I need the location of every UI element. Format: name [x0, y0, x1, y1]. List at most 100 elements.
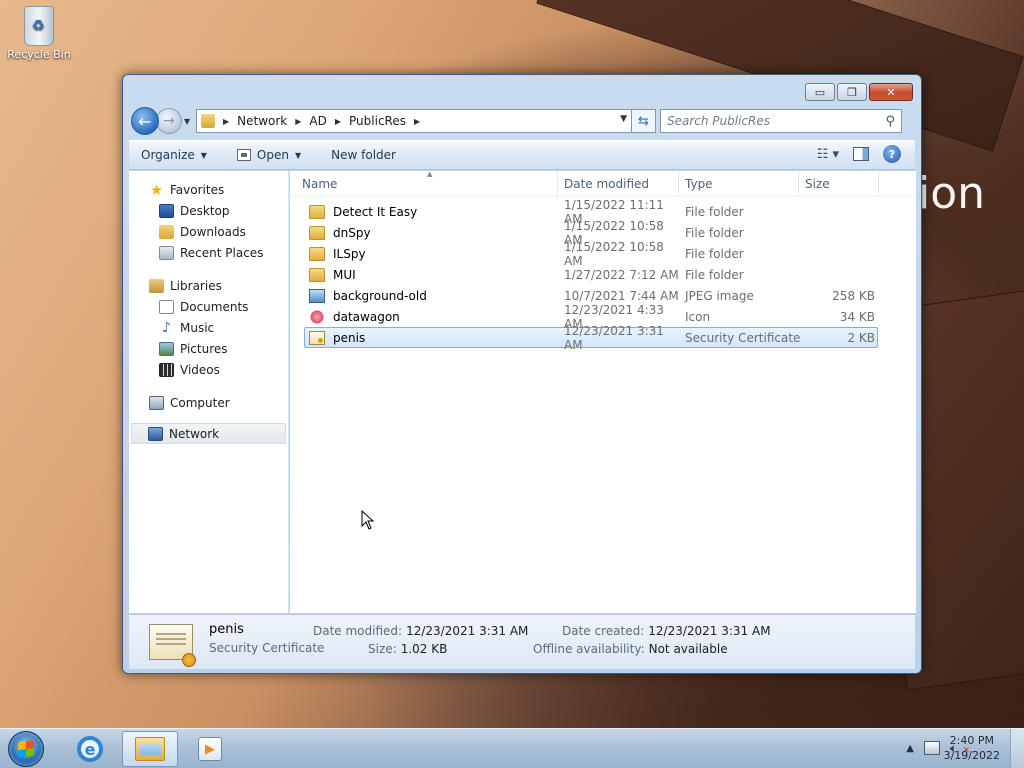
folder-icon	[309, 204, 325, 219]
nav-item-computer[interactable]: Computer	[129, 392, 288, 413]
recycle-bin-desktop-icon[interactable]: Recycle Bin	[6, 6, 72, 61]
nav-label: Downloads	[180, 224, 246, 239]
documents-icon	[159, 299, 174, 314]
organize-button[interactable]: Organize ▼	[141, 148, 207, 162]
file-type: File folder	[685, 204, 744, 219]
breadcrumb-separator[interactable]: ▶	[221, 117, 237, 126]
maximize-button[interactable]: ❐	[837, 83, 867, 101]
search-input[interactable]: Search PublicRes ⚲	[660, 109, 902, 133]
file-name-cell: background-old	[305, 288, 564, 303]
taskbar-windows-explorer[interactable]	[122, 731, 178, 767]
folder-icon	[309, 225, 325, 240]
search-placeholder: Search PublicRes	[667, 114, 771, 128]
taskbar-media-player[interactable]: ▶	[182, 731, 238, 767]
breadcrumb-network[interactable]: Network ▶	[237, 114, 309, 128]
open-button[interactable]: Open ▼	[236, 148, 301, 162]
details-date-modified: Date modified: 12/23/2021 3:31 AM	[313, 624, 528, 638]
nav-item-recent-places[interactable]: Recent Places	[129, 242, 288, 263]
breadcrumb-label: PublicRes	[349, 114, 406, 128]
search-icon[interactable]: ⚲	[885, 114, 895, 129]
nav-item-desktop[interactable]: Desktop	[129, 200, 288, 221]
close-button[interactable]: ✕	[869, 83, 913, 101]
refresh-button[interactable]: ⇆	[632, 109, 656, 133]
nav-item-favorites[interactable]: ★ Favorites	[129, 179, 288, 200]
libraries-icon	[149, 278, 164, 293]
nav-item-music[interactable]: ♪ Music	[129, 317, 288, 338]
help-icon[interactable]: ?	[883, 145, 901, 163]
nav-item-documents[interactable]: Documents	[129, 296, 288, 317]
taskbar-internet-explorer[interactable]: e	[62, 731, 118, 767]
column-header-size[interactable]: Size	[799, 170, 879, 197]
address-dropdown-icon[interactable]: ▼	[620, 114, 627, 124]
details-size: Size: 1.02 KB	[368, 642, 447, 656]
file-list: Detect It Easy 1/15/2022 11:11 AM File fol…	[290, 197, 916, 352]
nav-label: Favorites	[170, 182, 225, 197]
nav-item-videos[interactable]: Videos	[129, 359, 288, 380]
column-header-name[interactable]: Name	[290, 170, 558, 197]
details-file-name: penis	[209, 622, 244, 637]
new-folder-button[interactable]: New folder	[331, 148, 396, 162]
back-button[interactable]: ←	[131, 107, 159, 135]
change-view-icon[interactable]: ☷ ▾	[817, 147, 839, 162]
file-row[interactable]: MUI 1/27/2022 7:12 AM File folder	[304, 264, 878, 285]
details-value: Not available	[648, 642, 728, 656]
caption-buttons: ▭ ❐ ✕	[805, 83, 913, 101]
forward-button[interactable]: →	[156, 108, 182, 134]
music-icon: ♪	[162, 319, 171, 336]
nav-item-pictures[interactable]: Pictures	[129, 338, 288, 359]
file-row[interactable]: ILSpy 1/15/2022 10:58 AM File folder	[304, 240, 878, 268]
column-header-date-modified[interactable]: Date modified	[558, 170, 679, 197]
nav-item-downloads[interactable]: Downloads	[129, 221, 288, 242]
nav-label: Pictures	[180, 341, 228, 356]
file-row[interactable]: penis 12/23/2021 3:31 AM Security Certific…	[304, 324, 878, 352]
column-label: Date modified	[564, 176, 650, 191]
media-player-icon: ▶	[198, 737, 222, 761]
file-type: File folder	[685, 225, 744, 240]
file-name-cell: ILSpy	[305, 246, 564, 261]
breadcrumb-label: AD	[309, 114, 327, 128]
file-name-cell: datawagon	[305, 309, 564, 324]
details-label: Date created:	[562, 624, 645, 638]
show-desktop-button[interactable]	[1010, 729, 1024, 768]
file-date-modified: 12/23/2021 3:31 AM	[564, 323, 664, 352]
file-date-modified: 1/27/2022 7:12 AM	[564, 267, 679, 282]
breadcrumb-publicres[interactable]: PublicRes ▶	[349, 114, 428, 128]
nav-label: Documents	[180, 299, 249, 314]
breadcrumb-ad[interactable]: AD ▶	[309, 114, 349, 128]
back-arrow-icon: ←	[138, 111, 152, 131]
nav-item-libraries[interactable]: Libraries	[129, 275, 288, 296]
chevron-right-icon: ▶	[413, 116, 421, 126]
recycle-bin-label: Recycle Bin	[7, 48, 71, 61]
details-label: Size:	[368, 642, 397, 656]
details-label: Date modified:	[313, 624, 403, 638]
nav-item-network[interactable]: Network	[131, 423, 286, 444]
start-button[interactable]	[8, 731, 44, 767]
forward-arrow-icon: →	[163, 113, 175, 129]
file-type: File folder	[685, 246, 744, 261]
clock[interactable]: 2:40 PM 3/19/2022	[944, 733, 1000, 763]
file-name: dnSpy	[333, 225, 371, 240]
details-value: 1.02 KB	[400, 642, 448, 656]
mouse-pointer-icon	[361, 510, 375, 530]
column-label: Name	[302, 176, 338, 191]
address-bar[interactable]: ▶ Network ▶ AD ▶ PublicRes ▶ ▼	[196, 109, 632, 133]
refresh-icon: ⇆	[638, 113, 649, 129]
column-headers: ▲ Name Date modified Type Size	[290, 170, 916, 197]
column-header-type[interactable]: Type	[679, 170, 799, 197]
file-size: 34 KB	[839, 309, 875, 324]
file-name: background-old	[333, 288, 427, 303]
recent-pages-dropdown[interactable]: ▼	[184, 117, 194, 126]
folder-icon	[309, 246, 325, 261]
navigation-pane: ★ Favorites Desktop Downloads Recent Plac…	[129, 171, 289, 613]
open-icon	[236, 149, 251, 161]
minimize-button[interactable]: ▭	[805, 83, 835, 101]
preview-pane-icon[interactable]	[853, 147, 869, 161]
clock-date: 3/19/2022	[943, 749, 1000, 762]
show-hidden-icons-button[interactable]: ▲	[906, 743, 914, 754]
windows-explorer-icon	[135, 737, 165, 761]
details-value: 12/23/2021 3:31 AM	[648, 624, 771, 638]
file-date-modified: 10/7/2021 7:44 AM	[564, 288, 679, 303]
network-tray-icon[interactable]	[924, 741, 940, 755]
chevron-right-icon: ▶	[295, 116, 302, 126]
star-icon: ★	[149, 180, 164, 199]
